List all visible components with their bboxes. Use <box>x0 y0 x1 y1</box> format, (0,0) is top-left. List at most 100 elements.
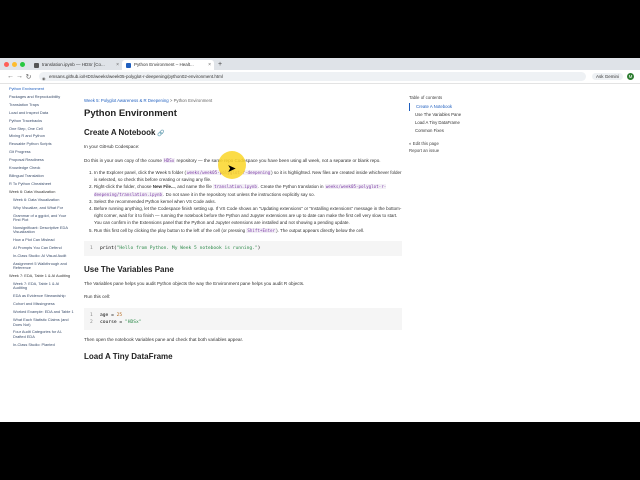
run-cell-paragraph: Run this cell: <box>84 294 111 300</box>
tab-title: translation.ipynb — HDSr [Co... <box>42 62 105 67</box>
text: In the Explorer panel, click the Week 5 … <box>94 170 186 175</box>
site-info-icon[interactable]: ◉ <box>42 74 46 83</box>
inline-code: translation.ipynb <box>213 184 258 190</box>
list-item: In the Explorer panel, click the Week 5 … <box>94 169 402 183</box>
sidebar-item[interactable]: Mixing R and Python <box>9 134 74 139</box>
sidebar-item[interactable]: Knowledge Check <box>9 165 74 170</box>
list-item: Before running anything, let the Codespa… <box>94 205 402 227</box>
variables-paragraph: The Variables pane helps you audit Pytho… <box>84 280 305 286</box>
sidebar-item[interactable]: Python Tracebacks <box>9 118 74 123</box>
sidebar-section-week7[interactable]: Week 7: EDA, Table 1 & AI Auditing <box>9 273 74 278</box>
page-title: Python Environment <box>84 108 177 119</box>
sidebar-item[interactable]: In-Class Studio: Planted <box>13 342 74 347</box>
code-token: ) <box>257 245 261 251</box>
breadcrumb-week-link[interactable]: Week 5: Polyglot Awareness & R Deepening <box>84 98 169 103</box>
sidebar-item[interactable]: R To Python Cheatsheet <box>9 181 74 186</box>
sidebar-item[interactable]: Translation Traps <box>9 102 74 107</box>
sidebar-nav: Python Environment Packages and Reproduc… <box>0 85 74 422</box>
anchor-link-icon[interactable]: 🔗 <box>157 131 164 137</box>
ask-gemini-button[interactable]: Ask Gemini <box>591 73 623 80</box>
sidebar-item[interactable]: Proposal Readiness <box>9 157 74 162</box>
forward-icon[interactable]: → <box>15 73 24 80</box>
tab-favicon-icon <box>126 63 131 68</box>
sidebar-item[interactable]: One Step, One Cell <box>9 126 74 131</box>
sidebar-item[interactable]: Assignment 5 Walkthrough and Reference <box>13 261 74 271</box>
minimize-window-icon[interactable] <box>12 62 17 67</box>
sidebar-section-week6[interactable]: Week 6: Data Visualization <box>9 189 74 194</box>
reload-icon[interactable]: ↻ <box>24 73 33 81</box>
close-tab-icon[interactable]: × <box>208 60 211 70</box>
breadcrumb: Week 5: Polyglot Awareness & R Deepening… <box>84 98 402 103</box>
breadcrumb-separator: > <box>169 98 173 103</box>
sidebar-item[interactable]: What Each Statistic Claims (and Does Not… <box>13 317 74 327</box>
list-item: Right-click the folder, choose New File.… <box>94 183 402 197</box>
browser-toolbar: ← → ↻ ◉ emsans.github.io/HDS/weeks/week0… <box>0 70 640 84</box>
code-line: 2 course = "HDSx" <box>90 319 396 326</box>
intro-paragraph: In your GitHub Codespace: <box>84 144 140 149</box>
text: Do this in your own copy of the course <box>84 157 164 163</box>
bold-text: New File... <box>152 184 175 190</box>
browser-window: translation.ipynb — HDSr [Co... × Python… <box>0 58 640 422</box>
list-item: Run this first cell by clicking the play… <box>94 227 402 234</box>
tab-python-environment[interactable]: Python Environment – Healt... × <box>122 60 214 70</box>
new-tab-button[interactable]: + <box>214 60 222 70</box>
code-line: 1 age = 25 <box>90 312 396 319</box>
sidebar-item[interactable]: Load and Inspect Data <box>9 110 74 115</box>
sidebar-item[interactable]: In-Class Studio: AI Visual Audit <box>13 253 74 258</box>
sidebar-item[interactable]: Week 7: EDA, Table 1 & AI Auditing <box>13 281 74 291</box>
report-issue-link[interactable]: Report an issue <box>409 148 489 155</box>
text: , and name the file <box>174 184 214 190</box>
text: repository — the same repo Codespace you… <box>175 157 381 163</box>
sidebar-item[interactable]: Grammar of a ggplot, and Your First Plot <box>13 213 74 223</box>
text: . Do not save it in the repository root … <box>163 191 315 197</box>
sidebar-item[interactable]: Reusable Python Scripts <box>9 141 74 146</box>
steps-list: In the Explorer panel, click the Week 5 … <box>84 169 402 234</box>
toc-link[interactable]: Common Fixes <box>409 127 489 135</box>
sidebar-item[interactable]: Bilingual Translation <box>9 173 74 178</box>
sidebar-item[interactable]: How a Plot Can Mislead <box>13 237 74 242</box>
line-number: 1 <box>90 245 93 251</box>
sidebar-item[interactable]: Packages and Reproducibility <box>9 94 74 99</box>
toc-link[interactable]: Load A Tiny DataFrame <box>409 119 489 127</box>
sidebar-item[interactable]: Why Visualize, and What For <box>13 205 74 210</box>
maximize-window-icon[interactable] <box>20 62 25 67</box>
code-string: "HDSx" <box>124 319 142 325</box>
line-number: 1 <box>90 312 93 318</box>
table-of-contents: Table of contents Create A Notebook Use … <box>409 95 489 154</box>
back-icon[interactable]: ← <box>6 73 15 80</box>
close-window-icon[interactable] <box>4 62 9 67</box>
window-controls[interactable] <box>4 62 25 67</box>
tab-translation[interactable]: translation.ipynb — HDSr [Co... × <box>30 60 122 70</box>
sidebar-item[interactable]: Python Environment <box>9 86 74 91</box>
sidebar-item[interactable]: Week 6: Data Visualization <box>13 197 74 202</box>
text: . Create the Python translation in <box>257 184 325 190</box>
sidebar-item[interactable]: Worked Example: EDA and Table 1 <box>13 309 74 314</box>
address-bar[interactable]: ◉ emsans.github.io/HDS/weeks/week05-poly… <box>39 72 586 81</box>
line-number: 2 <box>90 319 93 325</box>
sidebar-item[interactable]: Git Progress <box>9 149 74 154</box>
code-token: = <box>108 312 117 318</box>
section-heading-create-notebook: Create A Notebook 🔗 <box>84 128 402 137</box>
sidebar-item[interactable]: AI Prompts You Can Defend <box>13 245 74 250</box>
tab-favicon-icon <box>34 63 39 68</box>
text: Run this first cell by clicking the play… <box>94 227 247 233</box>
code-number: 25 <box>116 312 123 318</box>
code-string: "Hello from Python. My Week 5 notebook i… <box>116 245 258 251</box>
sidebar-item[interactable]: Four Audit Categories for AI-Drafted EDA <box>13 330 74 339</box>
profile-avatar[interactable]: M <box>627 73 634 80</box>
list-item: Select the recommended Python kernel whe… <box>94 198 402 205</box>
sidebar-item[interactable]: Cohort and Missingness <box>13 301 74 306</box>
sidebar-item[interactable]: EDA as Evidence Stewardship <box>13 293 74 298</box>
toc-link[interactable]: Use The Variables Pane <box>409 111 489 119</box>
text: Right-click the folder, choose <box>94 184 153 190</box>
section-heading-text: Create A Notebook <box>84 128 156 137</box>
code-token: course <box>100 319 117 325</box>
text: ). The output appears directly below the… <box>276 227 365 233</box>
code-block-print[interactable]: 1 print("Hello from Python. My Week 5 not… <box>84 240 402 256</box>
toc-link[interactable]: Create A Notebook <box>409 103 489 111</box>
close-tab-icon[interactable]: × <box>116 60 119 70</box>
mouse-pointer-icon: ➤ <box>227 163 237 175</box>
code-block-variables[interactable]: 1 age = 25 2 course = "HDSx" <box>84 307 402 330</box>
sidebar-item[interactable]: Nonsignificant: Descriptive EDA Visualiz… <box>13 225 74 235</box>
page-body: Python Environment Packages and Reproduc… <box>0 85 640 422</box>
